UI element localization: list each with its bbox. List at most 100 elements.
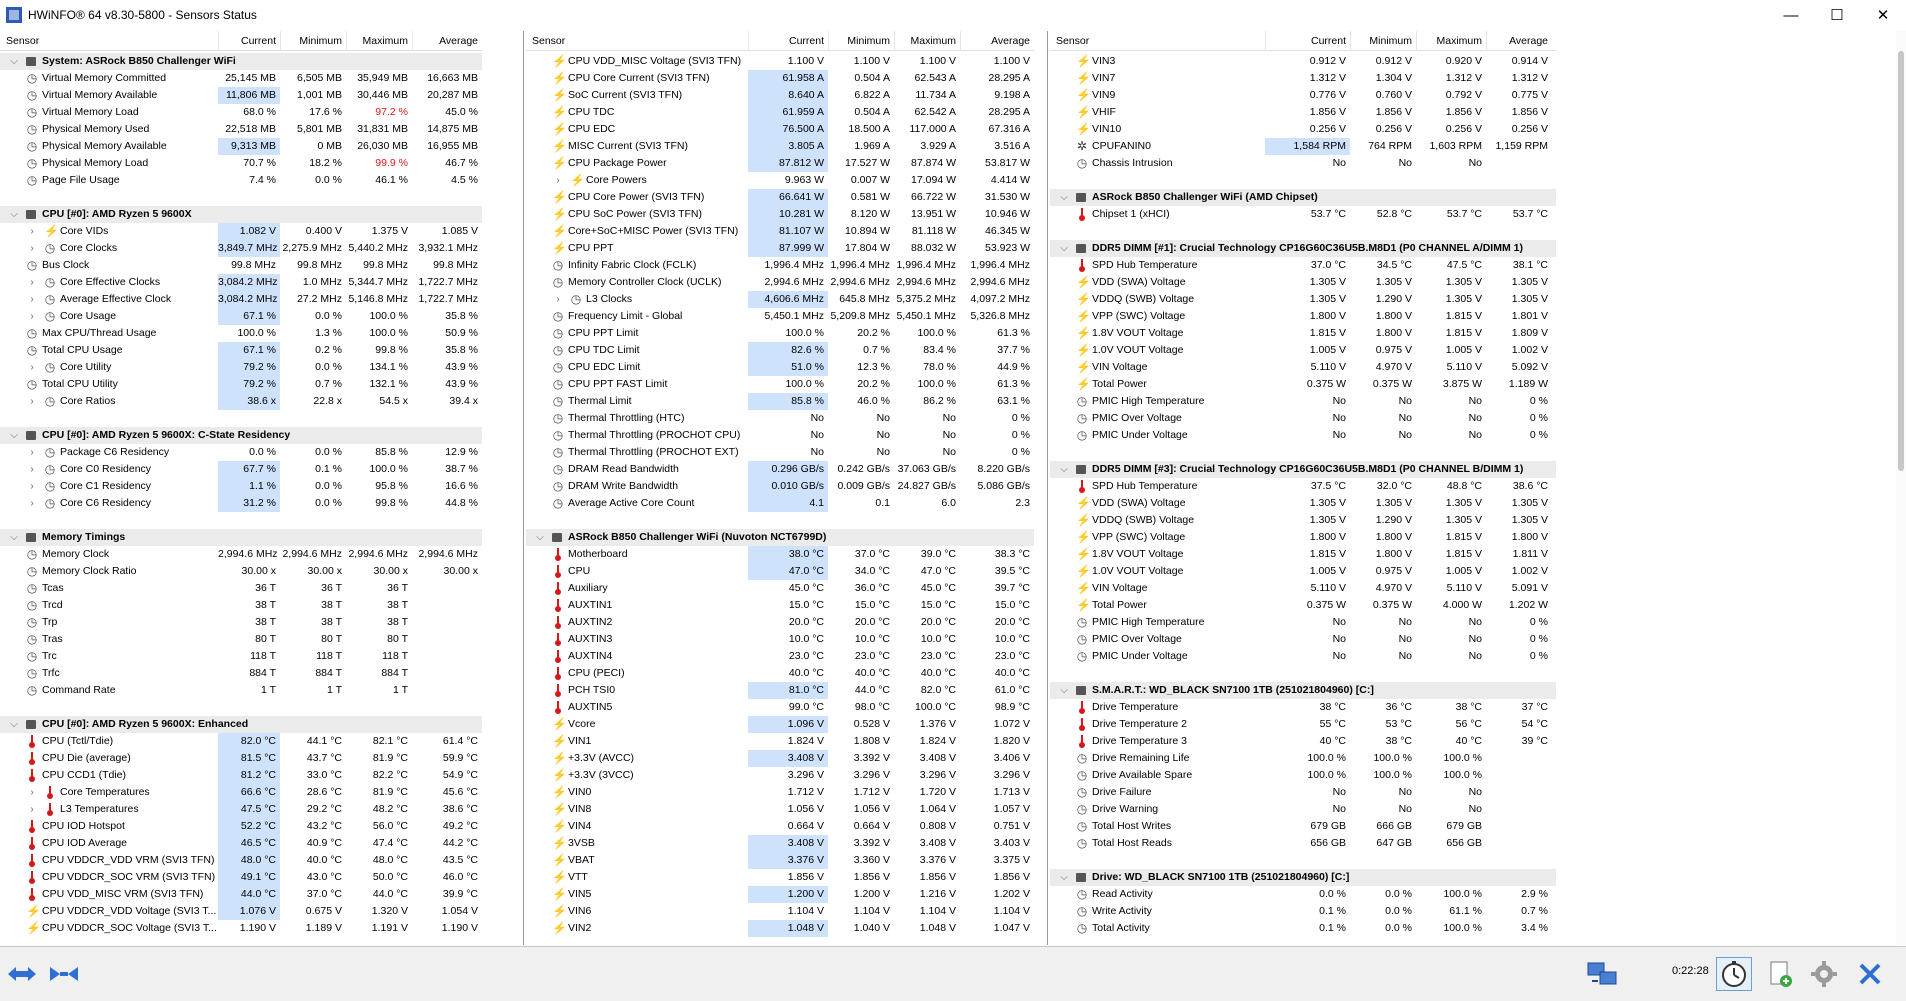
sensor-row[interactable]: ◷ Command Rate 1 T 1 T 1 T [0, 682, 482, 699]
sensor-row[interactable]: Auxiliary 45.0 °C 36.0 °C 45.0 °C 39.7 °C [526, 580, 1034, 597]
sensor-row[interactable]: AUXTIN4 23.0 °C 23.0 °C 23.0 °C 23.0 °C [526, 648, 1034, 665]
column-header-current[interactable]: Current [1265, 31, 1350, 51]
sensor-row[interactable]: ◷ Virtual Memory Available 11,806 MB 1,001 … [0, 87, 482, 104]
sensor-row[interactable]: ⚡ VIN8 1.056 V 1.056 V 1.064 V 1.057 V [526, 801, 1034, 818]
sensor-row[interactable]: ⚡ SoC Current (SVI3 TFN) 8.640 A 6.822 A 11.… [526, 87, 1034, 104]
expand-chevron-icon[interactable]: › [26, 274, 38, 291]
sensor-row[interactable]: ◷ PMIC Under Voltage No No No 0 % [1050, 427, 1556, 444]
minimize-button[interactable]: — [1768, 0, 1814, 30]
sensor-row[interactable]: SPD Hub Temperature 37.0 °C 34.5 °C 47.5 °C… [1050, 257, 1556, 274]
sensor-row[interactable]: ◷ Thermal Limit 85.8 % 46.0 % 86.2 % 63.1 % [526, 393, 1034, 410]
collapse-chevron-icon[interactable]: ⌵ [534, 529, 546, 546]
sensor-row[interactable]: ⚡ CPU PPT 87.999 W 17.804 W 88.032 W 53.923 W [526, 240, 1034, 257]
sensor-row[interactable]: › Core Temperatures 66.6 °C 28.6 °C 81.9 °C 4… [0, 784, 482, 801]
network-button[interactable] [1584, 957, 1620, 991]
sensor-row[interactable]: › ⚡ Core VIDs 1.082 V 0.400 V 1.375 V 1.085 V [0, 223, 482, 240]
sensor-row[interactable]: ⚡ VIN1 1.824 V 1.808 V 1.824 V 1.820 V [526, 733, 1034, 750]
sensor-row[interactable]: ◷ Tras 80 T 80 T 80 T [0, 631, 482, 648]
sensor-row[interactable]: › ◷ Package C6 Residency 0.0 % 0.0 % 85.8 % 12… [0, 444, 482, 461]
maximize-button[interactable]: ☐ [1814, 0, 1860, 30]
navigate-right-button[interactable] [46, 957, 82, 991]
sensor-row[interactable]: ◷ Write Activity 0.1 % 0.0 % 61.1 % 0.7 % [1050, 903, 1556, 920]
sensor-row[interactable]: ⚡ VIN7 1.312 V 1.304 V 1.312 V 1.312 V [1050, 70, 1556, 87]
sensor-row[interactable]: › ◷ Core C0 Residency 67.7 % 0.1 % 100.0 % 38.… [0, 461, 482, 478]
sensor-row[interactable]: AUXTIN2 20.0 °C 20.0 °C 20.0 °C 20.0 °C [526, 614, 1034, 631]
pane-divider[interactable] [1047, 31, 1048, 945]
column-header-sensor[interactable]: Sensor [532, 31, 748, 51]
sensor-group-header[interactable]: ⌵ ASRock B850 Challenger WiFi (AMD Chipse… [1050, 189, 1556, 206]
column-header-maximum[interactable]: Maximum [1416, 31, 1486, 51]
sensor-row[interactable]: ◷ Total Activity 0.1 % 0.0 % 100.0 % 3.4 % [1050, 920, 1556, 937]
expand-chevron-icon[interactable]: › [26, 291, 38, 308]
expand-chevron-icon[interactable]: › [26, 495, 38, 512]
sensor-row[interactable]: CPU IOD Average 46.5 °C 40.9 °C 47.4 °C 44.2… [0, 835, 482, 852]
sensor-row[interactable]: ◷ DRAM Write Bandwidth 0.010 GB/s 0.009 GB/… [526, 478, 1034, 495]
sensor-row[interactable]: ◷ Infinity Fabric Clock (FCLK) 1,996.4 MHz… [526, 257, 1034, 274]
collapse-chevron-icon[interactable]: ⌵ [8, 427, 20, 444]
collapse-chevron-icon[interactable]: ⌵ [1058, 682, 1070, 699]
sensor-row[interactable]: ⚡ 3VSB 3.408 V 3.392 V 3.408 V 3.403 V [526, 835, 1034, 852]
column-header-average[interactable]: Average [960, 31, 1034, 51]
sensor-row[interactable]: ◷ Thermal Throttling (PROCHOT CPU) No No No 0… [526, 427, 1034, 444]
sensor-group-header[interactable]: ⌵ CPU [#0]: AMD Ryzen 5 9600X [0, 206, 482, 223]
sensor-row[interactable]: ◷ CPU EDC Limit 51.0 % 12.3 % 78.0 % 44.9 % [526, 359, 1034, 376]
sensor-row[interactable]: › ◷ Core C1 Residency 1.1 % 0.0 % 95.8 % 16.6 … [0, 478, 482, 495]
sensor-row[interactable]: ◷ Total Host Reads 656 GB 647 GB 656 GB [1050, 835, 1556, 852]
sensor-row[interactable]: ⚡ VTT 1.856 V 1.856 V 1.856 V 1.856 V [526, 869, 1034, 886]
expand-chevron-icon[interactable]: › [26, 308, 38, 325]
sensor-row[interactable]: ⚡ VIN10 0.256 V 0.256 V 0.256 V 0.256 V [1050, 121, 1556, 138]
sensor-row[interactable]: ◷ Drive Warning No No No [1050, 801, 1556, 818]
sensor-row[interactable]: CPU IOD Hotspot 52.2 °C 43.2 °C 56.0 °C 49.2… [0, 818, 482, 835]
expand-chevron-icon[interactable]: › [26, 240, 38, 257]
sensor-row[interactable]: ⚡ VIN5 1.200 V 1.200 V 1.216 V 1.202 V [526, 886, 1034, 903]
sensor-row[interactable]: CPU VDD_MISC VRM (SVI3 TFN) 44.0 °C 37.0 °… [0, 886, 482, 903]
sensor-row[interactable]: ◷ Frequency Limit - Global 5,450.1 MHz 5,20… [526, 308, 1034, 325]
collapse-chevron-icon[interactable]: ⌵ [8, 206, 20, 223]
sensor-row[interactable]: ◷ Memory Clock Ratio 30.00 x 30.00 x 30.00 x… [0, 563, 482, 580]
sensor-row[interactable]: ◷ Physical Memory Load 70.7 % 18.2 % 99.9 % 4… [0, 155, 482, 172]
sensor-pane-1[interactable]: Sensor Current Minimum Maximum Average ⌵ Syste… [0, 31, 523, 945]
sensor-row[interactable]: ◷ Drive Remaining Life 100.0 % 100.0 % 100.0… [1050, 750, 1556, 767]
vertical-scrollbar[interactable] [1896, 31, 1906, 945]
sensor-group-header[interactable]: ⌵ CPU [#0]: AMD Ryzen 5 9600X: Enhanced [0, 716, 482, 733]
sensor-row[interactable]: CPU CCD1 (Tdie) 81.2 °C 33.0 °C 82.2 °C 54.9… [0, 767, 482, 784]
sensor-row[interactable]: ⚡ VIN9 0.776 V 0.760 V 0.792 V 0.775 V [1050, 87, 1556, 104]
expand-chevron-icon[interactable]: › [552, 172, 564, 189]
sensor-row[interactable]: ◷ DRAM Read Bandwidth 0.296 GB/s 0.242 GB/s… [526, 461, 1034, 478]
column-header-minimum[interactable]: Minimum [1350, 31, 1416, 51]
sensor-row[interactable]: ✲ CPUFANIN0 1,584 RPM 764 RPM 1,603 RPM 1,159… [1050, 138, 1556, 155]
sensor-row[interactable]: ⚡ CPU TDC 61.959 A 0.504 A 62.542 A 28.295 A [526, 104, 1034, 121]
collapse-chevron-icon[interactable]: ⌵ [1058, 461, 1070, 478]
sensor-row[interactable]: › ◷ Core Effective Clocks 3,084.2 MHz 1.0 MH… [0, 274, 482, 291]
settings-button[interactable] [1806, 957, 1842, 991]
sensor-row[interactable]: ◷ PMIC Over Voltage No No No 0 % [1050, 631, 1556, 648]
sensor-row[interactable]: ⚡ CPU EDC 76.500 A 18.500 A 117.000 A 67.316 … [526, 121, 1034, 138]
sensor-row[interactable]: ⚡ CPU Core Power (SVI3 TFN) 66.641 W 0.581 … [526, 189, 1034, 206]
sensor-row[interactable]: ◷ Trcd 38 T 38 T 38 T [0, 597, 482, 614]
sensor-row[interactable]: Chipset 1 (xHCI) 53.7 °C 52.8 °C 53.7 °C 53.… [1050, 206, 1556, 223]
column-header-average[interactable]: Average [1486, 31, 1552, 51]
sensor-row[interactable]: ◷ Read Activity 0.0 % 0.0 % 100.0 % 2.9 % [1050, 886, 1556, 903]
sensor-row[interactable]: ◷ Physical Memory Used 22,518 MB 5,801 MB 31… [0, 121, 482, 138]
sensor-row[interactable]: ◷ PMIC High Temperature No No No 0 % [1050, 614, 1556, 631]
navigate-left-button[interactable] [4, 957, 40, 991]
sensor-row[interactable]: ◷ Virtual Memory Load 68.0 % 17.6 % 97.2 % 45… [0, 104, 482, 121]
sensor-row[interactable]: Motherboard 38.0 °C 37.0 °C 39.0 °C 38.3 °C [526, 546, 1034, 563]
sensor-row[interactable]: AUXTIN1 15.0 °C 15.0 °C 15.0 °C 15.0 °C [526, 597, 1034, 614]
sensor-row[interactable]: ⚡ Total Power 0.375 W 0.375 W 3.875 W 1.189 W [1050, 376, 1556, 393]
sensor-group-header[interactable]: ⌵ Drive: WD_BLACK SN7100 1TB (25102180496… [1050, 869, 1556, 886]
sensor-row[interactable]: ⚡ VDD (SWA) Voltage 1.305 V 1.305 V 1.305 V 1… [1050, 495, 1556, 512]
expand-chevron-icon[interactable]: › [26, 223, 38, 240]
sensor-row[interactable]: ⚡ CPU VDD_MISC Voltage (SVI3 TFN) 1.100 V 1… [526, 53, 1034, 70]
add-report-button[interactable] [1762, 957, 1798, 991]
sensor-row[interactable]: ⚡ 1.0V VOUT Voltage 1.005 V 0.975 V 1.005 V 1… [1050, 342, 1556, 359]
sensor-group-header[interactable]: ⌵ System: ASRock B850 Challenger WiFi [0, 53, 482, 70]
sensor-row[interactable]: › ◷ Core Utility 79.2 % 0.0 % 134.1 % 43.9 % [0, 359, 482, 376]
sensor-row[interactable]: › ◷ Core Usage 67.1 % 0.0 % 100.0 % 35.8 % [0, 308, 482, 325]
sensor-row[interactable]: ◷ Bus Clock 99.8 MHz 99.8 MHz 99.8 MHz 99.8 M… [0, 257, 482, 274]
close-sensors-button[interactable] [1852, 957, 1888, 991]
sensor-row[interactable]: ◷ Thermal Throttling (HTC) No No No 0 % [526, 410, 1034, 427]
sensor-row[interactable]: CPU 47.0 °C 34.0 °C 47.0 °C 39.5 °C [526, 563, 1034, 580]
sensor-row[interactable]: ⚡ CPU Core Current (SVI3 TFN) 61.958 A 0.50… [526, 70, 1034, 87]
sensor-pane-3[interactable]: Sensor Current Minimum Maximum Average ⚡ VIN3 0… [1050, 31, 1906, 945]
